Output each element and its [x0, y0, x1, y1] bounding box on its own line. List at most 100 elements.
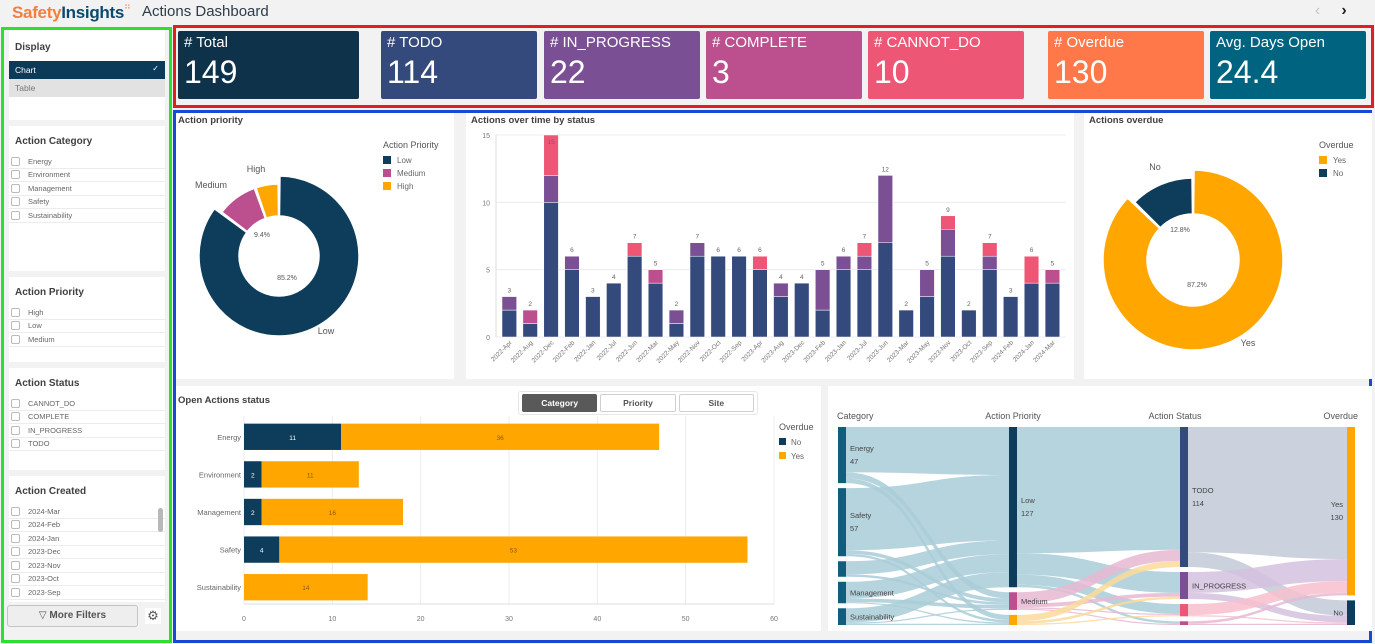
kpi-avg-days-open[interactable]: Avg. Days Open 24.4	[1210, 31, 1366, 99]
open-actions-status-chart[interactable]: 0 10 20 30 40 50 60 Energy 11 36 Environment 2 11 Man…	[176, 386, 821, 631]
bar-segment-todo[interactable]	[961, 309, 977, 338]
bar-segment-cannot-do[interactable]	[940, 215, 956, 230]
checkbox[interactable]	[11, 398, 20, 408]
sankey-node-medium[interactable]	[1009, 592, 1017, 610]
filter-option[interactable]: 2023-Dec	[9, 546, 165, 559]
checkbox[interactable]	[11, 307, 20, 317]
bar-segment-in-progress[interactable]	[835, 255, 852, 270]
bar-segment-in-progress[interactable]	[940, 229, 956, 257]
bar-segment-todo[interactable]	[543, 202, 559, 338]
bar-segment-todo[interactable]	[1023, 282, 1040, 338]
sankey-node-no[interactable]	[1347, 600, 1355, 625]
checkbox[interactable]	[11, 210, 20, 220]
filter-option[interactable]: Safety	[9, 196, 165, 209]
bar-segment-cannot-do[interactable]	[1023, 255, 1040, 284]
sankey-node-in-progress[interactable]	[1180, 572, 1188, 600]
checkbox[interactable]	[11, 533, 20, 543]
actions-overdue-donut[interactable]: Yes 87.2% No 12.8% Overdue Yes No	[1084, 113, 1372, 379]
bar-segment-cannot-do[interactable]	[627, 242, 643, 257]
sankey-flow[interactable]	[1017, 427, 1180, 554]
display-option-table[interactable]: Table	[9, 79, 165, 97]
bar-segment-todo[interactable]	[835, 269, 852, 338]
legend-swatch[interactable]	[779, 452, 786, 459]
bar-segment-cannot-do[interactable]	[752, 255, 768, 270]
actions-over-time-chart[interactable]: 05101532022-Apr22022-Aug152022-Dec62022-…	[466, 113, 1074, 379]
filter-option[interactable]: Medium	[9, 333, 165, 347]
kpi-total[interactable]: # Total 149	[178, 31, 359, 99]
sankey-node-cannot-do[interactable]	[1180, 604, 1188, 617]
sankey-node-safety[interactable]	[838, 488, 846, 557]
checkbox[interactable]	[11, 574, 20, 584]
filter-option[interactable]: Sustainability	[9, 209, 165, 223]
checkbox[interactable]	[11, 170, 20, 180]
bar-segment-todo[interactable]	[585, 296, 601, 338]
sankey-chart[interactable]: Category Action Priority Action Status Over…	[828, 386, 1372, 631]
checkbox[interactable]	[11, 321, 20, 331]
bar-segment-cannot-do[interactable]	[856, 242, 872, 257]
bar-segment-in-progress[interactable]	[689, 242, 705, 257]
bar-segment-todo[interactable]	[898, 309, 914, 338]
kpi-in-progress[interactable]: # IN_PROGRESS 22	[544, 31, 700, 99]
bar-segment-in-progress[interactable]	[668, 309, 684, 324]
filter-option[interactable]: Low	[9, 320, 165, 333]
bar-segment-todo[interactable]	[856, 269, 872, 338]
legend-swatch[interactable]	[383, 182, 391, 190]
more-filters-button[interactable]: ▽ More Filters	[7, 605, 138, 627]
filter-option[interactable]: TODO	[9, 438, 165, 451]
filter-option[interactable]: IN_PROGRESS	[9, 424, 165, 438]
bar-segment-todo[interactable]	[794, 282, 810, 338]
sankey-flow[interactable]	[1188, 623, 1347, 625]
bar-segment-todo[interactable]	[689, 255, 705, 338]
bar-segment-in-progress[interactable]	[982, 255, 998, 270]
filter-option[interactable]: Environment	[9, 169, 165, 182]
bar-segment-todo[interactable]	[731, 255, 747, 338]
bar-segment-todo[interactable]	[522, 323, 538, 338]
checkbox[interactable]	[11, 197, 20, 207]
legend-swatch[interactable]	[1319, 156, 1327, 164]
bar-segment-todo[interactable]	[815, 309, 831, 338]
bar-segment-cannot-do[interactable]	[982, 242, 998, 257]
sankey-flow[interactable]	[846, 623, 1009, 625]
checkbox[interactable]	[11, 587, 20, 597]
bar-segment-complete[interactable]	[1044, 269, 1060, 284]
filter-option[interactable]: High	[9, 306, 165, 320]
bar-segment-todo[interactable]	[773, 296, 789, 338]
checkbox[interactable]	[11, 156, 20, 166]
bar-segment-in-progress[interactable]	[919, 269, 935, 297]
bar-segment-in-progress[interactable]	[877, 175, 893, 243]
legend-swatch[interactable]	[383, 169, 391, 177]
legend-swatch[interactable]	[1319, 169, 1327, 177]
filter-option[interactable]: COMPLETE	[9, 411, 165, 424]
previous-sheet-icon[interactable]: ‹	[1307, 2, 1329, 20]
bar-segment-todo[interactable]	[940, 255, 956, 338]
bar-segment-in-progress[interactable]	[501, 296, 517, 311]
action-priority-donut[interactable]: Low 85.2% Medium 9.4% High Action Priority Low…	[176, 113, 454, 379]
checkbox[interactable]	[11, 439, 20, 449]
display-option-chart[interactable]: Chart ✓	[9, 61, 165, 79]
bar-segment-todo[interactable]	[710, 255, 726, 338]
filter-option[interactable]: Energy	[9, 155, 165, 169]
legend-swatch[interactable]	[779, 438, 786, 445]
kpi-overdue[interactable]: # Overdue 130	[1048, 31, 1204, 99]
bar-segment-todo[interactable]	[501, 309, 517, 338]
sankey-node-environment[interactable]	[838, 561, 846, 577]
filter-option[interactable]: 2023-Sep	[9, 586, 165, 600]
kpi-cannot-do[interactable]: # CANNOT_DO 10	[868, 31, 1024, 99]
bar-segment-in-progress[interactable]	[856, 255, 872, 270]
bar-segment-todo[interactable]	[668, 323, 684, 338]
bar-segment-todo[interactable]	[919, 296, 935, 338]
checkbox[interactable]	[11, 183, 20, 193]
filter-scrollbar[interactable]	[158, 508, 163, 532]
checkbox[interactable]	[11, 547, 20, 557]
filter-option[interactable]: 2024-Jan	[9, 532, 165, 546]
sankey-node-complete[interactable]	[1180, 621, 1188, 625]
checkbox[interactable]	[11, 560, 20, 570]
legend-swatch[interactable]	[383, 156, 391, 164]
bar-segment-in-progress[interactable]	[543, 175, 559, 203]
sankey-node-high[interactable]	[1009, 614, 1017, 625]
sankey-node-energy[interactable]	[838, 427, 846, 484]
bar-segment-todo[interactable]	[982, 269, 998, 338]
settings-gear-icon[interactable]: ⚙	[145, 608, 161, 624]
bar-segment-complete[interactable]	[647, 269, 664, 284]
filter-option[interactable]: 2024-Mar	[9, 505, 165, 519]
